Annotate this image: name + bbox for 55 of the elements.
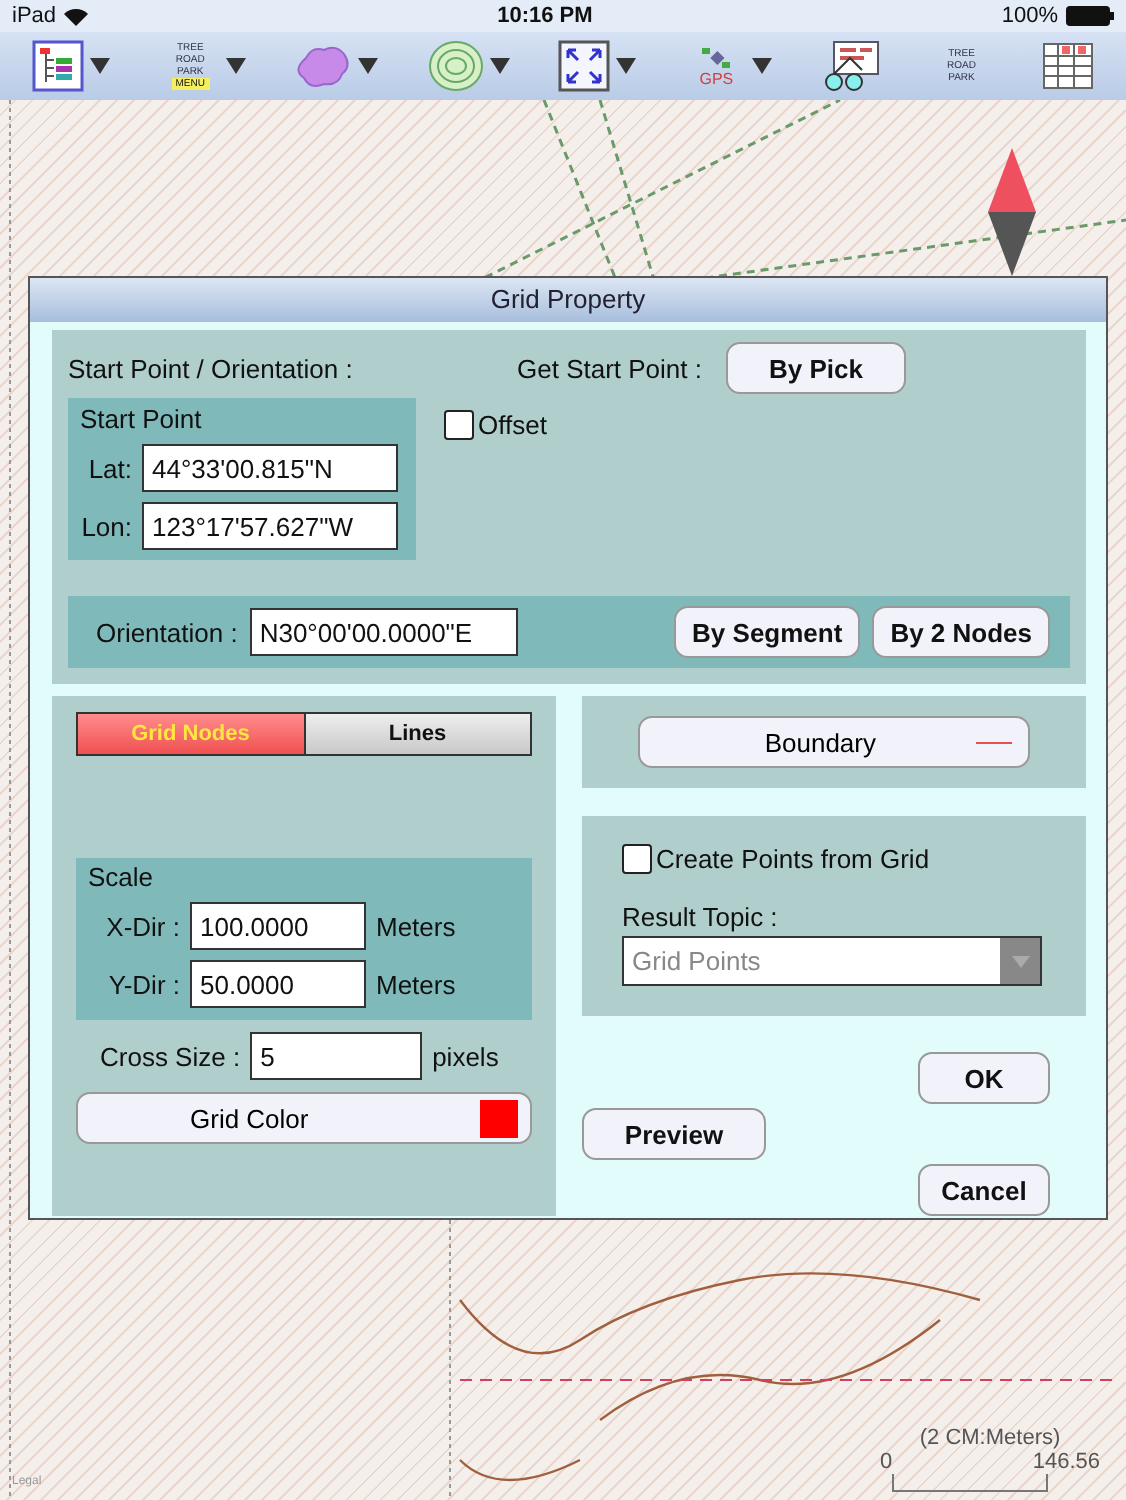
cross-size-field[interactable]: 5 [250, 1032, 423, 1080]
boundary-button[interactable]: Boundary [638, 716, 1030, 768]
group-title: Scale [88, 862, 156, 892]
section-label: Start Point / Orientation : [68, 353, 353, 383]
x-dir-field[interactable]: 100.0000 [190, 902, 366, 950]
ok-button[interactable]: OK [918, 1052, 1050, 1104]
caret-icon[interactable] [357, 58, 378, 74]
by-pick-button[interactable]: By Pick [726, 342, 906, 394]
gps-text: GPS [699, 69, 734, 87]
wifi-icon [64, 7, 89, 25]
lat-field[interactable]: 44°33'00.815"N [142, 444, 398, 492]
unit-label: Meters [376, 969, 456, 999]
y-dir-field[interactable]: 50.0000 [190, 960, 366, 1008]
offset-checkbox[interactable] [444, 410, 474, 440]
unit-label: pixels [432, 1041, 499, 1071]
clock: 10:16 PM [497, 4, 593, 28]
measure-icon[interactable] [821, 40, 882, 92]
layer-list-icon[interactable] [32, 40, 85, 92]
caret-icon[interactable] [90, 58, 111, 74]
group-title: Start Point [80, 404, 204, 434]
unit-label: Meters [376, 911, 456, 941]
caret-icon[interactable] [226, 58, 247, 74]
y-dir-label: Y-Dir : [106, 969, 180, 999]
grid-color-button[interactable]: Grid Color [76, 1092, 532, 1144]
get-start-label: Get Start Point : [517, 353, 702, 383]
orientation-label: Orientation : [96, 617, 238, 647]
full-extent-icon[interactable] [558, 40, 611, 92]
orientation-button[interactable]: By 2 Nodes [872, 606, 1050, 658]
battery-icon [1066, 6, 1114, 26]
dialog-title: Grid Property [30, 278, 1106, 322]
lat-label: Lat: [86, 453, 132, 483]
result-topic-label: Result Topic : [622, 902, 778, 932]
orientation-button[interactable]: By Segment [674, 606, 861, 658]
device-name: iPad [12, 4, 57, 28]
create-points-label: Create Points from Grid [656, 844, 930, 874]
satellite-icon[interactable] [702, 45, 731, 69]
create-points-checkbox[interactable] [622, 844, 652, 874]
cross-size-label: Cross Size : [100, 1041, 241, 1071]
battery-percent: 100% [1001, 4, 1058, 28]
preview-button[interactable]: Preview [582, 1108, 766, 1160]
lon-field[interactable]: 123°17'57.627"W [142, 502, 398, 550]
scale-max: 146.56 [1032, 1450, 1100, 1474]
cancel-button[interactable]: Cancel [918, 1164, 1050, 1216]
scale-min: 0 [880, 1450, 893, 1474]
caret-icon[interactable] [616, 58, 637, 74]
dropdown-arrow-icon [1011, 955, 1029, 967]
caret-icon[interactable] [752, 58, 773, 74]
orientation-field[interactable]: N30°00'00.0000"E [249, 608, 518, 656]
offset-label: Offset [478, 410, 547, 440]
table-icon[interactable] [1041, 42, 1093, 90]
lon-label: Lon: [80, 511, 132, 541]
mode-tab[interactable]: Lines [303, 714, 530, 754]
x-dir-label: X-Dir : [104, 911, 180, 941]
caret-icon[interactable] [489, 58, 510, 74]
scale-units: (2 CM:Meters) [919, 1426, 1061, 1450]
